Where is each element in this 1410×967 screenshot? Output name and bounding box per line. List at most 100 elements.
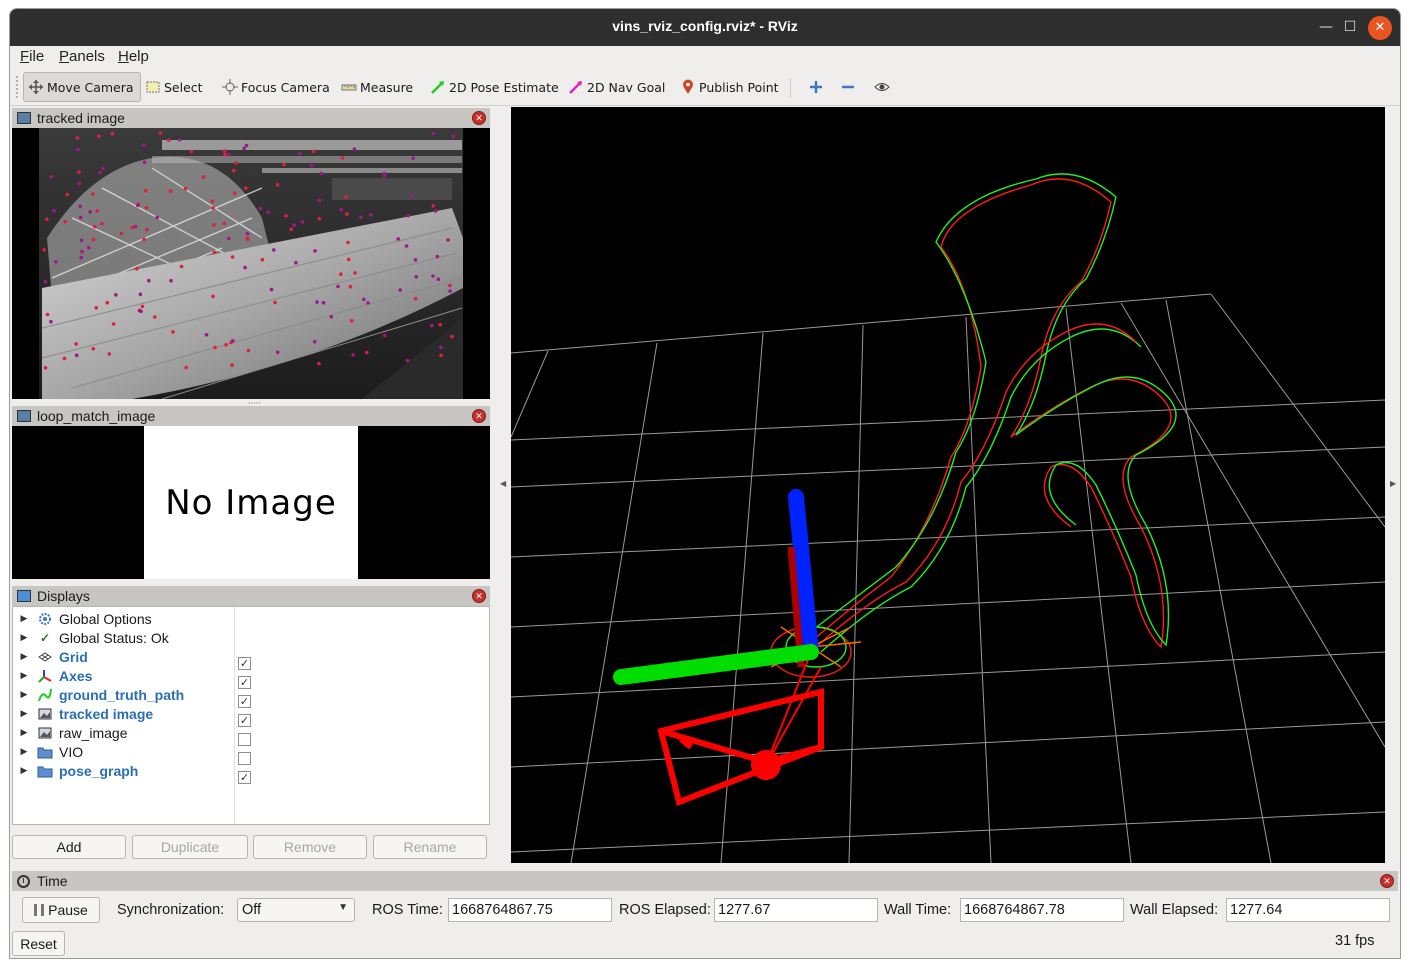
- axes-checkbox[interactable]: ✓: [238, 676, 251, 689]
- feature-point: [155, 215, 159, 220]
- feature-point: [143, 188, 148, 193]
- publish-point-tool[interactable]: Publish Point: [676, 72, 783, 102]
- rename-display-button[interactable]: Rename: [373, 835, 487, 859]
- display-row-axes[interactable]: ▶ Axes: [13, 666, 234, 685]
- left-splitter-arrow-icon[interactable]: ◀: [500, 479, 506, 488]
- pause-button[interactable]: Pause: [22, 897, 100, 923]
- wall-elapsed-field[interactable]: 1277.64: [1226, 898, 1390, 922]
- maximize-button[interactable]: ☐: [1338, 16, 1362, 40]
- display-row-tracked-image[interactable]: ▶ tracked image: [13, 704, 234, 723]
- feature-point: [366, 301, 370, 305]
- feature-point: [339, 208, 344, 212]
- display-row-global-status[interactable]: ▶ ✓ Global Status: Ok: [13, 628, 234, 647]
- pose-graph-checkbox[interactable]: ✓: [238, 771, 251, 784]
- time-close-button[interactable]: ✕: [1380, 874, 1394, 888]
- y-axis-cylinder: [613, 644, 819, 685]
- grid-checkbox[interactable]: ✓: [238, 657, 251, 670]
- display-row-ground-truth-path[interactable]: ▶ ground_truth_path: [13, 685, 234, 704]
- sync-combo[interactable]: Off ▼: [237, 898, 355, 922]
- ground-truth-path-checkbox[interactable]: ✓: [238, 695, 251, 708]
- feature-point: [135, 266, 139, 271]
- check-icon: ✓: [39, 630, 51, 645]
- display-row-vio[interactable]: ▶ VIO: [13, 742, 234, 761]
- feature-point: [91, 192, 95, 196]
- select-tool[interactable]: Select: [141, 72, 207, 102]
- menu-panels[interactable]: Panels: [59, 48, 105, 65]
- raw-image-checkbox[interactable]: [238, 733, 251, 746]
- feature-point: [450, 334, 454, 339]
- displays-panel-header[interactable]: Displays ✕: [12, 586, 490, 606]
- minimize-button[interactable]: —: [1314, 16, 1338, 40]
- display-row-pose-graph[interactable]: ▶ pose_graph: [13, 761, 234, 780]
- add-tool-button[interactable]: [804, 72, 828, 102]
- pose-estimate-tool[interactable]: 2D Pose Estimate: [426, 72, 563, 102]
- ros-elapsed-field[interactable]: 1277.67: [714, 898, 878, 922]
- wall-time-field[interactable]: 1668764867.78: [960, 898, 1124, 922]
- display-row-grid[interactable]: ▶ Grid: [13, 647, 234, 666]
- tracked-image-checkbox[interactable]: ✓: [238, 714, 251, 727]
- menu-file[interactable]: File: [20, 48, 44, 65]
- feature-point: [329, 315, 334, 319]
- add-display-button[interactable]: Add: [12, 835, 126, 859]
- feature-point: [49, 175, 54, 179]
- feature-point: [431, 274, 435, 278]
- display-row-raw-image[interactable]: ▶ raw_image: [13, 723, 234, 742]
- feature-point: [79, 255, 83, 260]
- time-panel-header[interactable]: Time ✕: [12, 871, 1398, 891]
- expand-arrow-icon[interactable]: ▶: [17, 651, 31, 662]
- feature-point: [345, 212, 349, 216]
- displays-tree: ▶ Global Options ▶ ✓ Global Status: Ok ▶…: [12, 606, 490, 825]
- expand-arrow-icon[interactable]: ▶: [17, 632, 31, 643]
- image-panel-icon: [17, 112, 31, 124]
- tracked-image-panel-header[interactable]: tracked image ✕: [12, 108, 490, 128]
- feature-point: [224, 343, 228, 347]
- right-splitter-arrow-icon[interactable]: ▶: [1390, 479, 1396, 488]
- feature-point: [317, 361, 321, 366]
- expand-arrow-icon[interactable]: ▶: [17, 708, 31, 719]
- reset-button[interactable]: Reset: [12, 931, 65, 956]
- expand-arrow-icon[interactable]: ▶: [17, 765, 31, 776]
- expand-arrow-icon[interactable]: ▶: [17, 689, 31, 700]
- focus-camera-tool[interactable]: Focus Camera: [218, 72, 334, 102]
- display-label: ground_truth_path: [59, 686, 185, 703]
- feature-point: [317, 198, 322, 203]
- feature-point: [340, 156, 345, 160]
- remove-tool-button[interactable]: [836, 72, 860, 102]
- tracked-image-close-button[interactable]: ✕: [472, 111, 486, 125]
- displays-close-button[interactable]: ✕: [472, 589, 486, 603]
- expand-arrow-icon[interactable]: ▶: [17, 670, 31, 681]
- feature-point: [210, 199, 215, 204]
- path-icon: [37, 688, 53, 702]
- toolbar-grip[interactable]: [16, 76, 20, 98]
- expand-arrow-icon[interactable]: ▶: [17, 727, 31, 738]
- feature-point: [45, 312, 50, 317]
- menu-help[interactable]: Help: [118, 48, 149, 65]
- display-label: Axes: [59, 667, 93, 684]
- duplicate-display-button[interactable]: Duplicate: [132, 835, 248, 859]
- feature-point: [223, 152, 227, 157]
- loop-match-panel-header[interactable]: loop_match_image ✕: [12, 406, 490, 426]
- move-camera-tool[interactable]: Move Camera: [23, 72, 141, 102]
- expand-arrow-icon[interactable]: ▶: [17, 746, 31, 757]
- measure-tool[interactable]: Measure: [337, 72, 417, 102]
- monitor-icon: [17, 590, 31, 602]
- feature-point: [144, 206, 149, 210]
- feature-point: [451, 134, 456, 139]
- display-row-global-options[interactable]: ▶ Global Options: [13, 609, 234, 628]
- expand-arrow-icon[interactable]: ▶: [17, 613, 31, 624]
- feature-point: [346, 257, 351, 262]
- ros-time-field[interactable]: 1668764867.75: [448, 898, 612, 922]
- tracked-image-view: [12, 128, 490, 399]
- feature-point: [431, 131, 436, 136]
- feature-point: [436, 277, 441, 281]
- vio-checkbox[interactable]: [238, 752, 251, 765]
- loop-match-close-button[interactable]: ✕: [472, 409, 486, 423]
- remove-display-button[interactable]: Remove: [253, 835, 367, 859]
- focus-camera-icon: [222, 79, 238, 95]
- feature-point: [284, 214, 288, 218]
- grid-icon: [37, 650, 53, 664]
- view-tool-button[interactable]: [870, 72, 894, 102]
- 3d-viewport[interactable]: [511, 107, 1385, 863]
- close-button[interactable]: ✕: [1368, 16, 1392, 40]
- nav-goal-tool[interactable]: 2D Nav Goal: [564, 72, 669, 102]
